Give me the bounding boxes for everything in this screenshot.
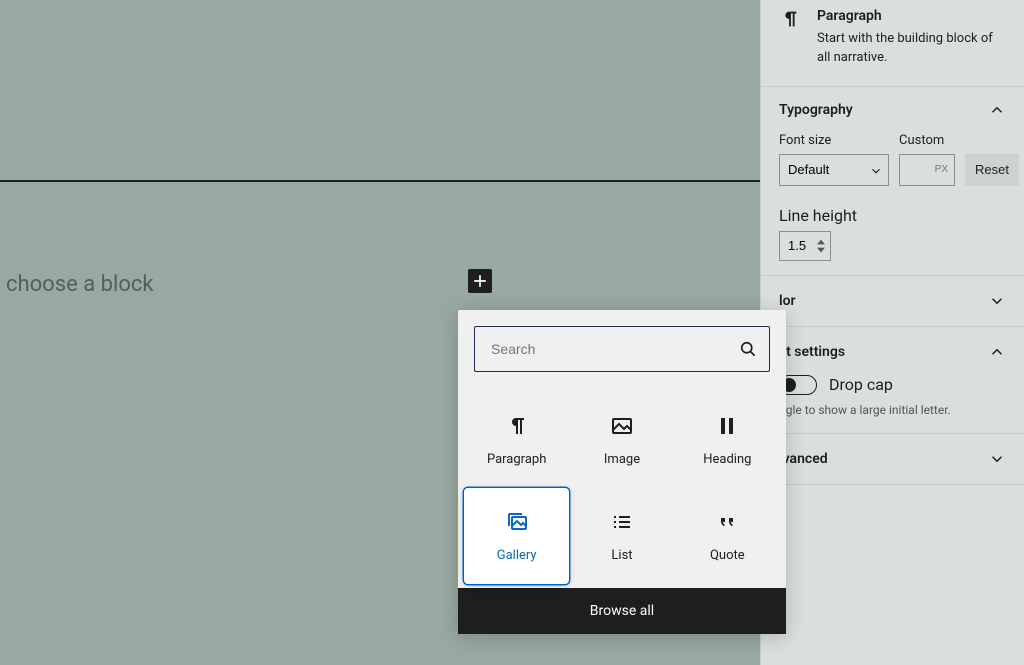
custom-size-input[interactable] (899, 154, 955, 186)
typography-panel-toggle[interactable]: Typography (779, 101, 1006, 119)
drop-cap-label: Drop cap (829, 375, 893, 394)
chevron-up-icon (988, 101, 1006, 119)
quote-icon (715, 510, 739, 534)
drop-cap-hint: ggle to show a large initial letter. (779, 403, 1006, 417)
color-panel-toggle[interactable]: lor (779, 292, 1006, 310)
block-item-paragraph[interactable]: Paragraph (464, 392, 569, 488)
heading-icon (715, 414, 739, 438)
advanced-panel-toggle[interactable]: lvanced (779, 450, 1006, 468)
gallery-icon (505, 510, 529, 534)
block-item-list[interactable]: List (569, 488, 674, 584)
reset-button[interactable]: Reset (965, 154, 1019, 186)
line-height-label: Line height (779, 206, 857, 225)
settings-sidebar: Paragraph Start with the building block … (760, 0, 1024, 665)
typography-panel: Typography Font size Default Custom (761, 87, 1024, 276)
custom-size-label: Custom (899, 133, 955, 148)
list-icon (610, 510, 634, 534)
block-item-heading[interactable]: Heading (675, 392, 780, 488)
font-size-select[interactable]: Default (779, 154, 889, 186)
text-settings-panel: xt settings Drop cap ggle to show a larg… (761, 327, 1024, 434)
font-size-label: Font size (779, 133, 889, 148)
search-input[interactable] (474, 326, 770, 372)
chevron-down-icon (988, 450, 1006, 468)
advanced-panel: lvanced (761, 434, 1024, 485)
block-name: Paragraph (817, 8, 1006, 24)
paragraph-icon (505, 414, 529, 438)
block-inserter-popover: Paragraph Image Heading Gallery Lis (458, 310, 786, 634)
chevron-down-icon (988, 292, 1006, 310)
chevron-up-icon (988, 343, 1006, 361)
paragraph-icon (779, 8, 803, 32)
block-item-image[interactable]: Image (569, 392, 674, 488)
block-description: Start with the building block of all nar… (817, 30, 1006, 68)
block-item-quote[interactable]: Quote (675, 488, 780, 584)
block-item-gallery[interactable]: Gallery (464, 488, 569, 584)
image-icon (610, 414, 634, 438)
block-info-header: Paragraph Start with the building block … (761, 0, 1024, 87)
text-settings-panel-toggle[interactable]: xt settings (779, 343, 1006, 361)
empty-block-placeholder[interactable]: choose a block (6, 272, 154, 297)
browse-all-button[interactable]: Browse all (458, 588, 786, 634)
stepper-icon[interactable] (817, 237, 827, 255)
add-block-button[interactable] (468, 269, 492, 293)
color-panel: lor (761, 276, 1024, 327)
spacer-block-divider (0, 180, 760, 182)
